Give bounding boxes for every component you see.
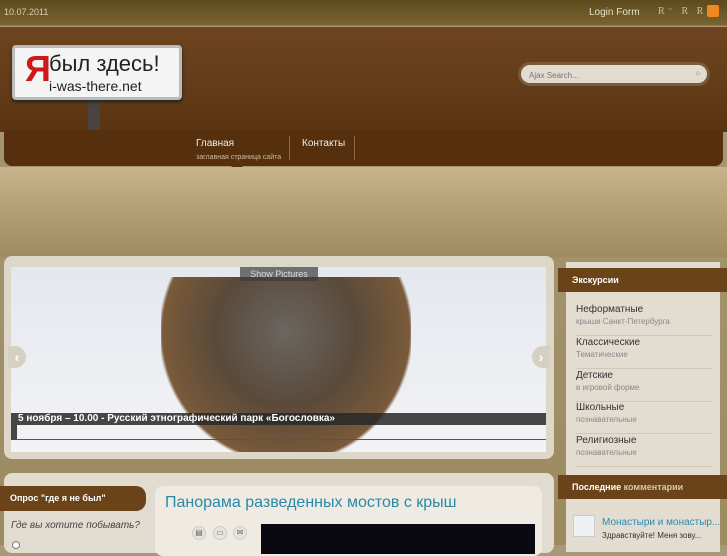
poll-question: Где вы хотите побывать? [11, 520, 140, 531]
logo-post [88, 100, 100, 133]
comments-header: Последние комментарии [558, 475, 727, 499]
item-title: Школьные [576, 402, 625, 413]
item-sub: познавательные [576, 415, 637, 424]
site-logo[interactable]: Я был здесь! i-was-there.net [12, 45, 182, 100]
logo-text: был здесь! [49, 51, 160, 76]
print-icon[interactable]: ▭ [213, 526, 227, 540]
item-title: Классические [576, 337, 641, 348]
search-input[interactable] [521, 67, 681, 84]
item-title: Детские [576, 370, 613, 381]
excursion-item[interactable]: Религиозные познавательные [576, 435, 712, 467]
excursion-item[interactable]: Школьные познавательные [576, 402, 712, 434]
slide-caption[interactable]: 5 ноября – 10.00 - Русский этнографическ… [11, 413, 546, 425]
date: 10.07.2011 [4, 7, 49, 17]
item-sub: познавательные [576, 448, 637, 457]
comment-link[interactable]: Монастыри и монастыр... [602, 517, 720, 528]
item-sub: Тематические [576, 350, 628, 359]
excursion-item[interactable]: Детские в игровой форме [576, 370, 712, 402]
slider-next-button[interactable]: › [532, 346, 550, 368]
caption-box [11, 425, 546, 440]
poll-radio[interactable] [12, 541, 20, 549]
login-form-link[interactable]: Login Form [589, 7, 640, 18]
item-sub: в игровой форме [576, 383, 640, 392]
nav-label: Главная [196, 138, 235, 149]
slideshow: Show Pictures 5 ноября – 10.00 - Русский… [4, 256, 554, 459]
item-sub: крыши Санкт-Петербурга [576, 317, 670, 326]
poll-header: Опрос "где я не был" [0, 486, 146, 511]
comments-title-accent: комментарии [623, 482, 684, 492]
main-nav: Главная заглавная страница сайта Контакты [4, 130, 723, 166]
nav-divider [354, 136, 355, 160]
email-icon[interactable]: ✉ [233, 526, 247, 540]
nav-item-contacts[interactable]: Контакты [302, 138, 345, 149]
item-title: Религиозные [576, 435, 637, 446]
excursions-header: Экскурсии [558, 268, 727, 292]
logo-domain: i-was-there.net [49, 78, 142, 94]
header-background-scene [0, 167, 727, 257]
video-player[interactable] [261, 524, 535, 554]
item-title: Неформатные [576, 304, 644, 315]
comments-title: Последние [572, 482, 622, 492]
excursion-item[interactable]: Неформатные крыши Санкт-Петербурга [576, 304, 712, 336]
comment-text: Здравствуйте! Меня зову... [602, 531, 702, 540]
article-title[interactable]: Панорама разведенных мостов с крыш [165, 494, 457, 512]
slide-image[interactable]: Show Pictures 5 ноября – 10.00 - Русский… [11, 267, 546, 452]
rss-icon[interactable] [707, 5, 719, 17]
search-box: ⌕ [521, 65, 707, 84]
excursion-item[interactable]: Классические Тематические [576, 337, 712, 369]
nav-label: Контакты [302, 138, 346, 149]
logo-letter: Я [25, 48, 51, 89]
nav-item-home[interactable]: Главная заглавная страница сайта [196, 138, 281, 161]
top-bar: 10.07.2011 Login Form R⁻ R R⁺ [0, 0, 727, 26]
show-pictures-button[interactable]: Show Pictures [240, 267, 318, 281]
search-icon[interactable]: ⌕ [695, 68, 701, 79]
pdf-icon[interactable]: ▤ [192, 526, 206, 540]
nav-divider [289, 136, 290, 160]
avatar [573, 515, 595, 537]
nav-sub: заглавная страница сайта [196, 154, 282, 161]
